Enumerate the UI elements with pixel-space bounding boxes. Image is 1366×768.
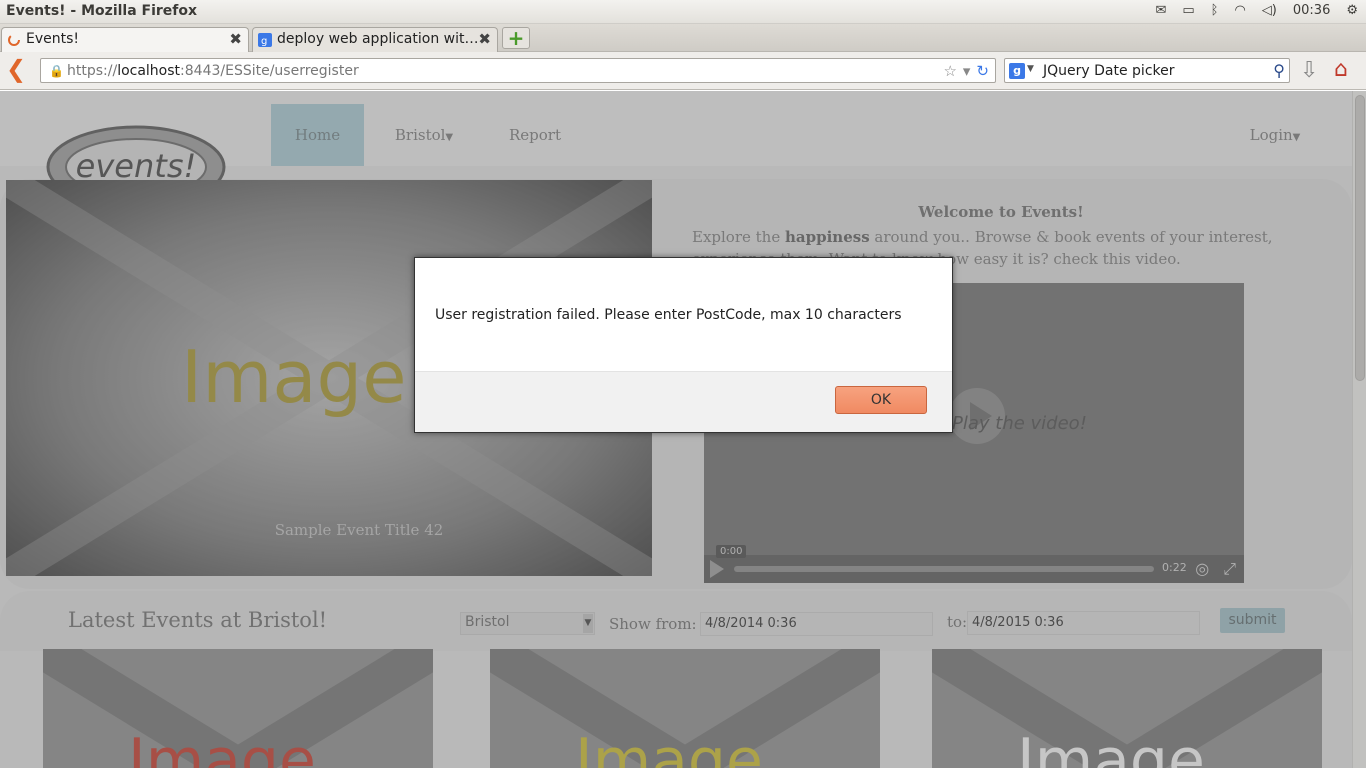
gear-icon[interactable]: ⚙: [1346, 3, 1358, 18]
nav-toolbar: ❮ 🔒 https://localhost:8443/ESSite/userre…: [0, 52, 1366, 90]
url-host: localhost: [117, 63, 181, 79]
alert-dialog: User registration failed. Please enter P…: [414, 257, 953, 433]
ok-button[interactable]: OK: [835, 386, 927, 414]
loading-icon: [8, 34, 20, 46]
tab-label: Events!: [26, 31, 80, 47]
tab-deploy[interactable]: g deploy web application wit… ✖: [252, 27, 498, 52]
volume-icon[interactable]: ◁): [1262, 3, 1277, 18]
url-prefix: https://: [67, 63, 118, 79]
dialog-message: User registration failed. Please enter P…: [435, 307, 902, 323]
google-icon[interactable]: g: [1009, 63, 1025, 79]
search-bar[interactable]: g ▼ JQuery Date picker ⚲: [1004, 58, 1290, 83]
wifi-icon[interactable]: ◠: [1234, 3, 1245, 18]
clock[interactable]: 00:36: [1293, 3, 1330, 18]
tab-events[interactable]: Events! ✖: [1, 27, 249, 52]
close-tab-icon[interactable]: ✖: [478, 30, 491, 48]
google-icon: g: [258, 33, 272, 47]
url-icons: ☆ ▾ ↻: [943, 62, 989, 80]
url-bar[interactable]: 🔒 https://localhost:8443/ESSite/userregi…: [40, 58, 996, 83]
tab-strip: Events! ✖ g deploy web application wit… …: [0, 24, 1366, 52]
engine-dropdown-icon[interactable]: ▼: [1027, 64, 1034, 74]
new-tab-button[interactable]: +: [502, 27, 530, 49]
svg-text:g: g: [261, 36, 267, 47]
lock-icon[interactable]: 🔒: [49, 64, 64, 78]
search-value: JQuery Date picker: [1043, 63, 1175, 79]
bluetooth-icon[interactable]: ᛒ: [1211, 3, 1219, 18]
battery-icon[interactable]: ▭: [1182, 3, 1194, 18]
bookmark-star-icon[interactable]: ☆: [943, 62, 956, 80]
url-path: :8443/ESSite/userregister: [180, 63, 359, 79]
window-title: Events! - Mozilla Firefox: [6, 3, 198, 19]
back-button[interactable]: ❮: [6, 57, 30, 83]
dialog-footer: OK: [415, 371, 952, 432]
close-tab-icon[interactable]: ✖: [229, 30, 242, 48]
system-tray: ✉ ▭ ᛒ ◠ ◁) 00:36 ⚙: [1155, 3, 1358, 18]
os-top-bar: Events! - Mozilla Firefox ✉ ▭ ᛒ ◠ ◁) 00:…: [0, 0, 1366, 24]
search-icon[interactable]: ⚲: [1273, 61, 1285, 80]
reload-icon[interactable]: ↻: [976, 62, 989, 80]
download-icon[interactable]: ⇩: [1300, 58, 1318, 83]
home-icon[interactable]: ⌂: [1334, 57, 1348, 82]
history-dropdown-icon[interactable]: ▾: [963, 62, 971, 80]
mail-icon[interactable]: ✉: [1155, 3, 1166, 18]
tab-label: deploy web application wit…: [277, 31, 479, 47]
